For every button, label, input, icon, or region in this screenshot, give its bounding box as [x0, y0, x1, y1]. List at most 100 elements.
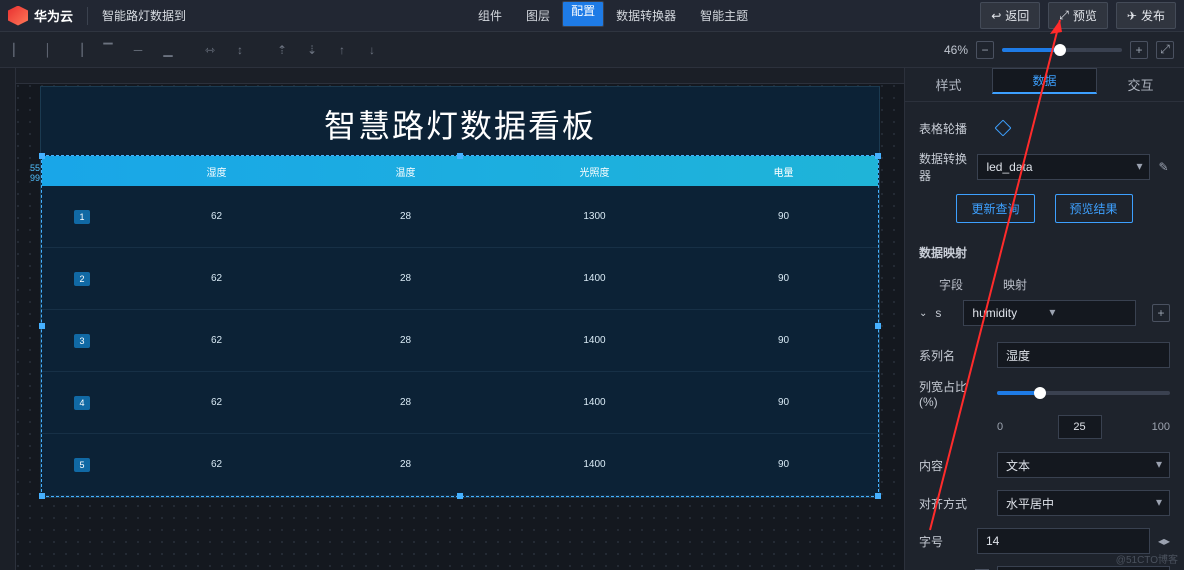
top-tabs: 组件图层配置数据转换器智能主题 [466, 1, 760, 30]
align-bottom-icon[interactable]: ▁ [160, 42, 176, 58]
table-cell: 1300 [500, 211, 689, 222]
colwidth-slider[interactable] [997, 391, 1170, 395]
bring-forward-icon[interactable]: ⇡ [274, 42, 290, 58]
board-title: 智慧路灯数据看板 [41, 87, 879, 155]
preview-icon: ⤢ [1059, 8, 1069, 23]
side-tab-交互[interactable]: 交互 [1097, 68, 1184, 101]
top-tab-图层[interactable]: 图层 [514, 1, 562, 30]
publish-button[interactable]: ✈ 发布 [1116, 2, 1176, 29]
top-tab-配置[interactable]: 配置 [562, 1, 604, 27]
series-value[interactable] [963, 300, 1136, 326]
stepper-icon[interactable]: ◂▸ [1158, 534, 1170, 548]
send-back-icon[interactable]: ↓ [364, 42, 380, 58]
project-name: 智能路灯数据到 [102, 7, 186, 24]
table-cell: 90 [689, 459, 878, 470]
dashboard-board[interactable]: 智慧路灯数据看板 湿度温度光照度电量 162281300902622814009… [40, 86, 880, 498]
side-body: 表格轮播 数据转换器 ✎ 更新查询 预览结果 数据映射 字段 映射 ⌄ [905, 102, 1184, 570]
distribute-group: ⇿ ↕ [202, 42, 248, 58]
align-right-icon[interactable]: ▕ [70, 42, 86, 58]
align-value[interactable] [997, 490, 1170, 516]
brand-name: 华为云 [34, 6, 73, 25]
table-body: 1622813009026228140090362281400904622814… [42, 186, 878, 496]
dist-v-icon[interactable]: ↕ [232, 42, 248, 58]
back-icon: ↩ [991, 9, 1001, 23]
converter-label: 数据转换器 [919, 150, 969, 184]
divider [87, 7, 88, 25]
row-index-badge: 1 [74, 210, 90, 224]
content-label: 内容 [919, 457, 989, 474]
layer-group: ⇡ ⇣ ↑ ↓ [274, 42, 380, 58]
align-select[interactable] [997, 490, 1170, 516]
table-cell: 62 [122, 459, 311, 470]
zoom-fit-button[interactable]: ⤢ [1156, 41, 1174, 59]
main: 55 99 智慧路灯数据看板 湿度温度光照度电量 162281300902622… [0, 68, 1184, 570]
huawei-logo-icon [8, 6, 28, 26]
align-top-icon[interactable]: ▔ [100, 42, 116, 58]
converter-value[interactable] [977, 154, 1150, 180]
table-cell: 62 [122, 273, 311, 284]
zoom-out-button[interactable]: − [976, 41, 994, 59]
align-center-icon[interactable]: │ [40, 42, 56, 58]
table-cell: 62 [122, 335, 311, 346]
back-button[interactable]: ↩ 返回 [980, 2, 1040, 29]
refresh-button[interactable]: 更新查询 [956, 194, 1034, 223]
chevron-down-icon[interactable]: ⌄ [919, 308, 927, 319]
table-widget[interactable]: 湿度温度光照度电量 162281300902622814009036228140… [41, 155, 879, 497]
dist-h-icon[interactable]: ⇿ [202, 42, 218, 58]
series-key: s [935, 306, 955, 320]
publish-icon: ✈ [1127, 9, 1137, 23]
side-panel: 样式数据交互 表格轮播 数据转换器 ✎ 更新查询 预览结果 数据映射 字段 映射 [904, 68, 1184, 570]
ruler-horizontal [0, 68, 904, 84]
zoom-slider[interactable] [1002, 48, 1122, 52]
table-row: 16228130090 [42, 186, 878, 248]
preview-result-button[interactable]: 预览结果 [1055, 194, 1133, 223]
seriesname-input[interactable] [997, 342, 1170, 368]
converter-select[interactable] [977, 154, 1150, 180]
content-select[interactable] [997, 452, 1170, 478]
table-cell: 28 [311, 273, 500, 284]
colwidth-max: 100 [1142, 421, 1170, 433]
table-cell: 90 [689, 211, 878, 222]
add-button[interactable]: + [1152, 304, 1170, 322]
top-tab-数据转换器[interactable]: 数据转换器 [604, 1, 688, 30]
table-cell: 1400 [500, 397, 689, 408]
row-index-badge: 2 [74, 272, 90, 286]
colwidth-min: 0 [997, 421, 1017, 433]
zoom-in-button[interactable]: + [1130, 41, 1148, 59]
send-backward-icon[interactable]: ⇣ [304, 42, 320, 58]
brand-logo[interactable]: 华为云 [8, 6, 73, 26]
link-icon[interactable] [995, 120, 1012, 137]
seriesname-label: 系列名 [919, 347, 989, 364]
coord-x: 55 [30, 163, 40, 173]
table-cell: 1400 [500, 459, 689, 470]
row-index-badge: 5 [74, 458, 90, 472]
table-row: 46228140090 [42, 372, 878, 434]
table-cell: 28 [311, 459, 500, 470]
table-cell: 62 [122, 211, 311, 222]
back-label: 返回 [1005, 7, 1029, 24]
map-header: 映射 [1003, 276, 1027, 293]
top-tab-组件[interactable]: 组件 [466, 1, 514, 30]
table-col-header: 温度 [311, 164, 500, 179]
table-col-header: 光照度 [500, 164, 689, 179]
canvas[interactable]: 55 99 智慧路灯数据看板 湿度温度光照度电量 162281300902622… [0, 68, 904, 570]
watermark: @51CTO博客 [1116, 551, 1178, 566]
side-tab-样式[interactable]: 样式 [905, 68, 992, 101]
edit-icon[interactable]: ✎ [1158, 160, 1170, 174]
table-col-header: 电量 [689, 164, 878, 179]
coord-y: 99 [30, 173, 40, 183]
table-col-header: 湿度 [122, 164, 311, 179]
field-header: 字段 [939, 276, 963, 293]
color-input[interactable] [997, 566, 1170, 570]
bring-front-icon[interactable]: ↑ [334, 42, 350, 58]
align-middle-icon[interactable]: ─ [130, 42, 146, 58]
align-left-icon[interactable]: ▏ [10, 42, 26, 58]
row-index-badge: 3 [74, 334, 90, 348]
mapping-row: ⌄ s ✓ + [919, 297, 1170, 329]
content-value[interactable] [997, 452, 1170, 478]
series-select[interactable] [963, 300, 1063, 326]
side-tab-数据[interactable]: 数据 [992, 68, 1097, 94]
colwidth-value[interactable] [1058, 415, 1102, 439]
top-tab-智能主题[interactable]: 智能主题 [688, 1, 760, 30]
preview-button[interactable]: ⤢ 预览 [1048, 2, 1108, 29]
